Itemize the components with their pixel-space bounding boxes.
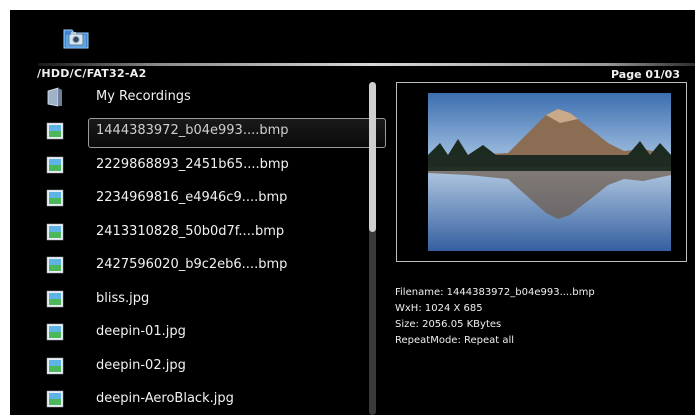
- list-item-label: 1444383972_b04e993....bmp: [96, 123, 289, 138]
- media-browser-screen: /HDD/C/FAT32-A2 Page 01/03 My Recordings…: [10, 10, 695, 415]
- preview-panel: [396, 82, 687, 262]
- list-item-label: My Recordings: [96, 89, 191, 104]
- info-filename: Filename: 1444383972_b04e993....bmp: [395, 287, 595, 298]
- photo-folder-icon: [63, 29, 89, 49]
- header-divider: [38, 63, 695, 66]
- list-item-label: 2427596020_b9c2eb6....bmp: [96, 257, 288, 272]
- image-file-icon: [46, 122, 64, 140]
- list-item[interactable]: deepin-02.jpg: [40, 354, 370, 380]
- folder-icon: [47, 87, 62, 107]
- image-file-icon: [46, 223, 64, 241]
- list-item[interactable]: deepin-01.jpg: [40, 320, 370, 346]
- file-list-scrollbar[interactable]: [369, 82, 376, 415]
- image-file-icon: [46, 390, 64, 408]
- list-item[interactable]: deepin-AeroBlack.jpg: [40, 387, 370, 413]
- info-dimensions: WxH: 1024 X 685: [395, 303, 483, 314]
- list-item-selected[interactable]: 1444383972_b04e993....bmp: [40, 118, 386, 148]
- info-repeat-mode: RepeatMode: Repeat all: [395, 335, 515, 346]
- list-item-label: bliss.jpg: [96, 291, 150, 306]
- info-size: Size: 2056.05 KBytes: [395, 319, 502, 330]
- image-file-icon: [46, 323, 64, 341]
- file-info: Filename: 1444383972_b04e993....bmp WxH:…: [395, 285, 595, 349]
- list-item-label: deepin-01.jpg: [96, 324, 186, 339]
- list-item[interactable]: 2234969816_e4946c9....bmp: [40, 186, 370, 212]
- list-item[interactable]: 2229868893_2451b65....bmp: [40, 153, 370, 179]
- list-item[interactable]: 2413310828_50b0d7f....bmp: [40, 220, 370, 246]
- scrollbar-thumb[interactable]: [369, 82, 376, 232]
- list-item-label: deepin-02.jpg: [96, 358, 186, 373]
- image-file-icon: [46, 256, 64, 274]
- list-item-label: 2413310828_50b0d7f....bmp: [96, 224, 285, 239]
- image-file-icon: [46, 156, 64, 174]
- current-path: /HDD/C/FAT32-A2: [37, 67, 147, 80]
- image-file-icon: [46, 189, 64, 207]
- list-item-label: 2234969816_e4946c9....bmp: [96, 190, 288, 205]
- image-file-icon: [46, 290, 64, 308]
- image-file-icon: [46, 357, 64, 375]
- file-list: My Recordings 1444383972_b04e993....bmp …: [40, 82, 386, 415]
- image-preview: [428, 93, 671, 251]
- page-indicator: Page 01/03: [611, 68, 680, 81]
- list-item-label: 2229868893_2451b65....bmp: [96, 157, 289, 172]
- list-item[interactable]: 2427596020_b9c2eb6....bmp: [40, 253, 370, 279]
- list-item-my-recordings[interactable]: My Recordings: [40, 85, 370, 111]
- list-item-label: deepin-AeroBlack.jpg: [96, 391, 234, 406]
- list-item[interactable]: bliss.jpg: [40, 287, 370, 313]
